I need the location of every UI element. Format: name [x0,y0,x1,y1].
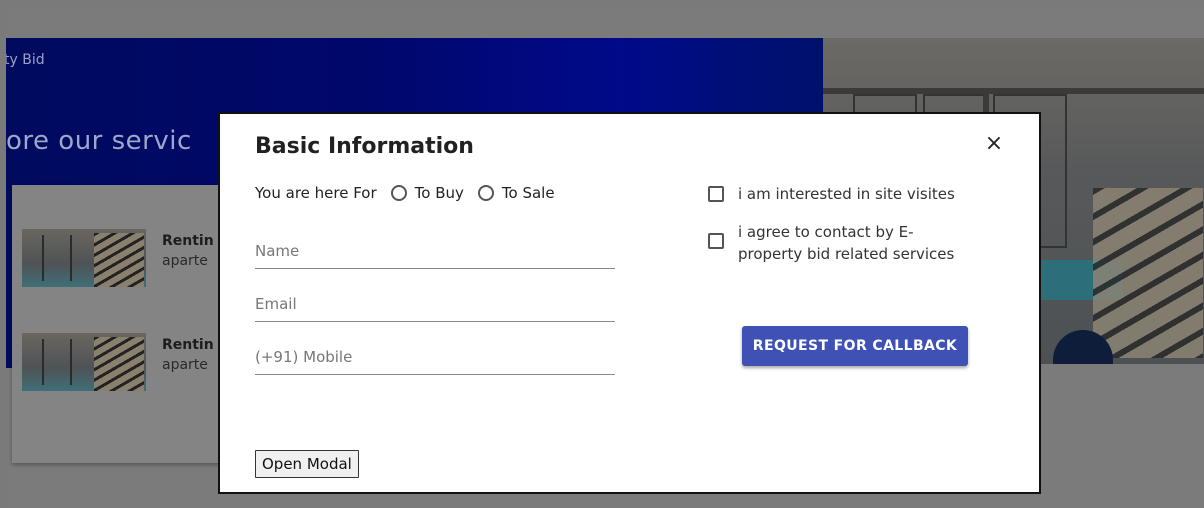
hero-title: ore our servic [6,126,192,156]
checkbox-icon[interactable] [708,186,724,202]
purpose-label: You are here For [255,184,377,202]
contact-consent-checkbox[interactable]: i agree to contact by E- property bid re… [708,221,954,265]
email-field[interactable] [255,287,615,322]
service-thumbnail [22,333,146,391]
service-title: Rentin [162,233,214,249]
radio-circle-icon[interactable] [477,185,494,201]
open-modal-button[interactable]: Open Modal [255,450,359,478]
radio-label: To Buy [414,184,464,202]
site-visit-checkbox[interactable]: i am interested in site visites [708,183,955,205]
service-title: Rentin [162,337,214,353]
brand-name: ty Bid [6,52,45,68]
basic-information-modal: Basic Information × You are here For To … [218,112,1041,494]
service-thumbnail [22,229,146,287]
checkbox-label: i am interested in site visites [738,185,955,203]
mobile-field[interactable] [255,340,615,375]
radio-circle-icon[interactable] [390,185,407,201]
radio-to-sale[interactable]: To Sale [477,184,555,202]
checkbox-label-line1: i agree to contact by E- [738,223,914,241]
service-subtitle: aparte [162,357,208,373]
request-callback-button[interactable]: REQUEST FOR CALLBACK [742,326,968,366]
checkbox-icon[interactable] [708,233,724,249]
services-card: Rentin aparte Rentin aparte [12,185,252,463]
name-field[interactable] [255,234,615,269]
close-icon[interactable]: × [982,132,1006,156]
checkbox-label-group: i agree to contact by E- property bid re… [738,221,954,265]
service-subtitle: aparte [162,253,208,269]
modal-title: Basic Information [255,134,474,159]
purpose-radio-group: You are here For To Buy To Sale [255,184,569,202]
radio-label: To Sale [501,184,555,202]
checkbox-label-line2: property bid related services [738,245,955,263]
radio-to-buy[interactable]: To Buy [390,184,464,202]
